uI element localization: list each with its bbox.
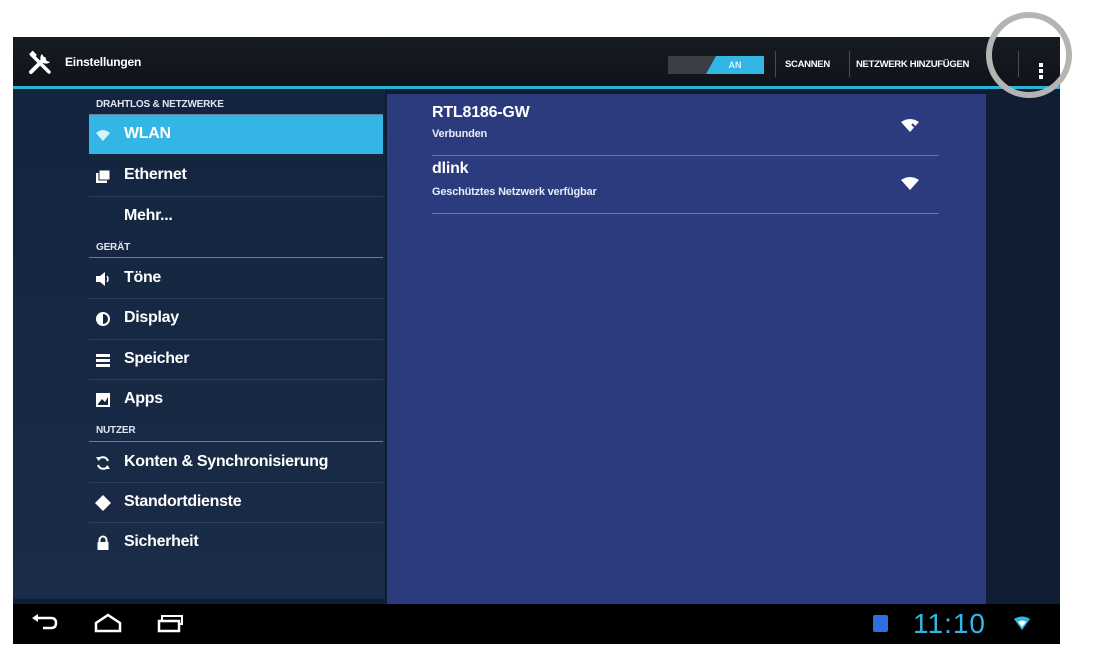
network-name: dlink [432, 160, 469, 177]
menu-item-apps[interactable]: Apps [89, 380, 383, 419]
highlight-circle [986, 12, 1072, 98]
menu-item-label: Apps [124, 390, 163, 407]
menu-item-label: WLAN [124, 125, 171, 142]
wifi-icon [901, 177, 919, 190]
network-row-dlink[interactable]: dlink Geschütztes Netzwerk verfügbar [432, 156, 937, 213]
back-icon[interactable] [29, 612, 59, 634]
menu-item-wlan[interactable]: WLAN [89, 115, 383, 154]
menu-item-sound[interactable]: Töne [89, 259, 383, 298]
wifi-signal-icon [1014, 616, 1030, 630]
wifi-icon [96, 130, 110, 141]
menu-item-label: Standortdienste [124, 493, 242, 510]
scan-button[interactable]: SCANNEN [785, 59, 830, 70]
menu-item-location[interactable]: Standortdienste [89, 483, 383, 522]
menu-item-label: Konten & Synchronisierung [124, 453, 329, 470]
lock-icon [97, 535, 109, 550]
wifi-toggle-on-label: AN [706, 56, 764, 74]
menu-item-security[interactable]: Sicherheit [89, 523, 383, 562]
storage-icon [96, 354, 110, 367]
divider [849, 51, 850, 77]
menu-item-more[interactable]: Mehr... [89, 197, 383, 236]
menu-item-display[interactable]: Display [89, 299, 383, 338]
settings-categories-list: DRAHTLOS & NETZWERKE WLAN Ethernet Mehr.… [13, 89, 385, 599]
menu-item-label: Speicher [124, 350, 190, 367]
section-header-user: NUTZER [96, 425, 136, 436]
menu-item-label: Sicherheit [124, 533, 199, 550]
divider [775, 51, 776, 77]
brightness-icon [96, 312, 110, 326]
wifi-networks-panel: RTL8186-GW Verbunden dlink Geschütztes N… [387, 94, 986, 604]
network-status: Verbunden [432, 128, 488, 140]
ethernet-icon [96, 169, 111, 183]
apps-icon [96, 393, 110, 407]
home-icon[interactable] [93, 612, 123, 634]
network-status: Geschütztes Netzwerk verfügbar [432, 186, 597, 198]
wifi-locked-icon [901, 119, 919, 132]
sync-icon [96, 456, 110, 470]
menu-item-label: Mehr... [124, 207, 173, 224]
menu-item-label: Ethernet [124, 166, 187, 183]
app-title: Einstellungen [65, 55, 142, 69]
location-icon [95, 495, 111, 511]
menu-item-label: Display [124, 309, 179, 326]
tablet-screen: Einstellungen AN SCANNEN NETZWERK HINZUF… [13, 37, 1060, 644]
action-bar: Einstellungen AN SCANNEN NETZWERK HINZUF… [13, 37, 1060, 89]
menu-item-accounts-sync[interactable]: Konten & Synchronisierung [89, 443, 383, 482]
menu-item-storage[interactable]: Speicher [89, 340, 383, 379]
system-nav-bar: 11:10 [13, 604, 1060, 644]
divider [432, 213, 939, 214]
network-row-rtl8186[interactable]: RTL8186-GW Verbunden [432, 98, 937, 155]
menu-item-ethernet[interactable]: Ethernet [89, 156, 383, 195]
recent-apps-icon[interactable] [156, 612, 186, 634]
section-header-device: GERÄT [96, 242, 131, 253]
section-divider [89, 257, 383, 258]
menu-item-label: Töne [124, 269, 162, 286]
settings-tools-icon[interactable] [28, 50, 54, 76]
section-header-wireless: DRAHTLOS & NETZWERKE [96, 99, 224, 110]
notification-icon[interactable] [873, 615, 888, 632]
network-name: RTL8186-GW [432, 104, 530, 121]
add-network-button[interactable]: NETZWERK HINZUFÜGEN [856, 59, 969, 70]
speaker-icon [96, 272, 109, 286]
clock[interactable]: 11:10 [913, 608, 986, 640]
wifi-toggle[interactable]: AN [668, 56, 764, 74]
section-divider [89, 441, 383, 442]
